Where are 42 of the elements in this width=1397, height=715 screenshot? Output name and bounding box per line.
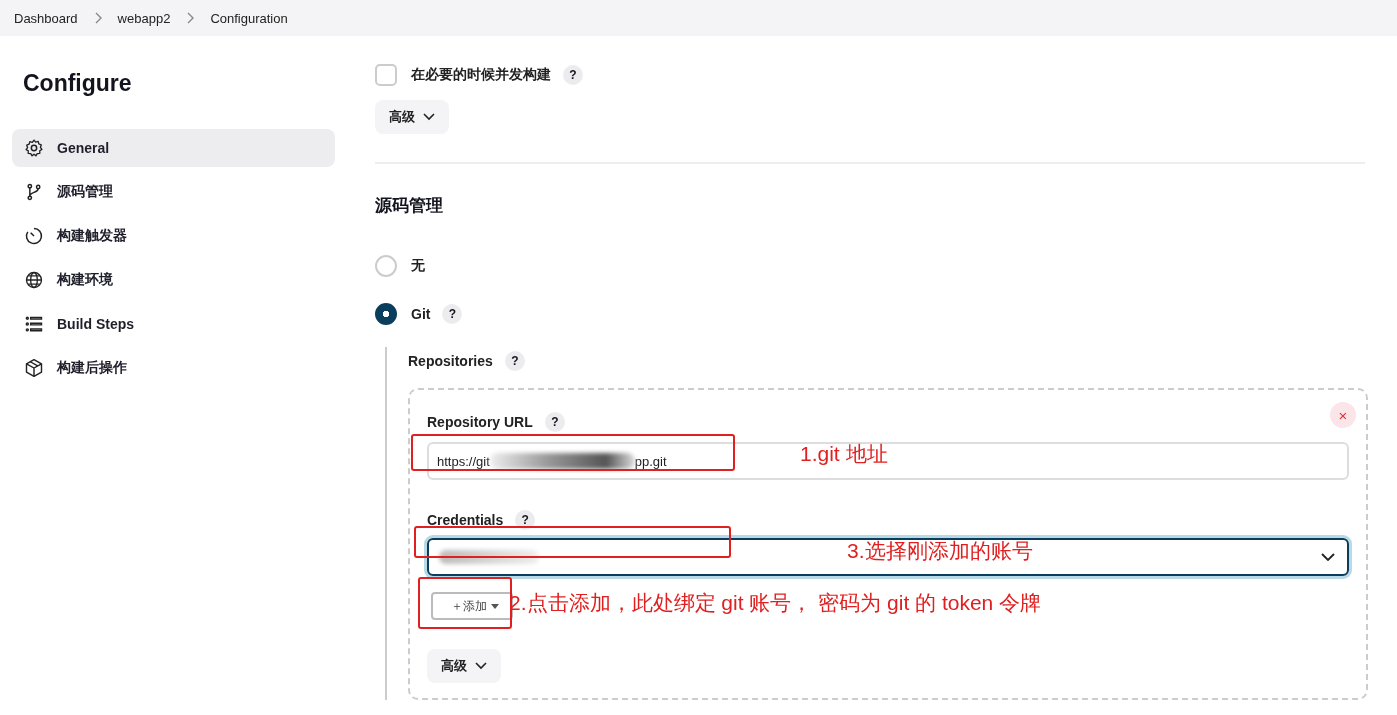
checkbox[interactable] — [375, 64, 397, 86]
annotation-text: 3.选择刚添加的账号 — [847, 538, 1033, 564]
close-button[interactable]: × — [1330, 402, 1356, 428]
help-button[interactable]: ? — [563, 65, 583, 85]
annotation-text: 1.git 地址 — [800, 441, 888, 467]
package-icon — [24, 358, 44, 378]
caret-icon — [491, 603, 499, 609]
help-button[interactable]: ? — [442, 304, 463, 324]
list-icon — [24, 314, 44, 334]
checkbox-label: 在必要的时候并发构建 — [411, 66, 551, 84]
breadcrumb-link[interactable]: Dashboard — [14, 10, 78, 26]
breadcrumb-link[interactable]: webapp2 — [117, 10, 171, 26]
chevron-icon — [93, 12, 102, 24]
chevron-icon — [475, 662, 487, 670]
sidebar-item[interactable]: Build Steps — [12, 305, 335, 343]
chevron-icon — [423, 113, 435, 121]
help-button[interactable]: ? — [515, 510, 536, 530]
timer-icon — [24, 226, 44, 246]
sidebar-item[interactable]: General — [12, 129, 335, 167]
credentials-select[interactable] — [427, 538, 1349, 576]
globe-icon — [24, 270, 44, 290]
help-button[interactable]: ? — [544, 412, 565, 432]
advanced-button[interactable]: 高级 — [375, 100, 449, 134]
sidebar-item[interactable]: 构建触发器 — [12, 217, 335, 255]
breadcrumb-link[interactable]: Configuration — [210, 10, 288, 26]
advanced-button[interactable]: 高级 — [427, 649, 501, 683]
radio-label: 无 — [411, 257, 425, 275]
help-button[interactable]: ? — [504, 351, 525, 371]
section-heading: 源码管理 — [375, 195, 444, 217]
radio-label: Git — [411, 306, 431, 322]
field-label: Repositories — [408, 353, 493, 369]
sidebar-item[interactable]: 构建后操作 — [12, 349, 335, 387]
chevron-icon — [1321, 553, 1335, 561]
radio-button[interactable] — [375, 303, 397, 325]
settings-icon — [24, 138, 44, 158]
field-label: Credentials — [427, 512, 504, 528]
add-button[interactable]: ＋添加 — [431, 592, 513, 620]
page-title: Configure — [23, 70, 133, 97]
sidebar-item[interactable]: 构建环境 — [12, 261, 335, 299]
chevron-icon — [186, 12, 195, 24]
sidebar-item[interactable]: 源码管理 — [12, 173, 335, 211]
field-label: Repository URL — [427, 414, 533, 430]
